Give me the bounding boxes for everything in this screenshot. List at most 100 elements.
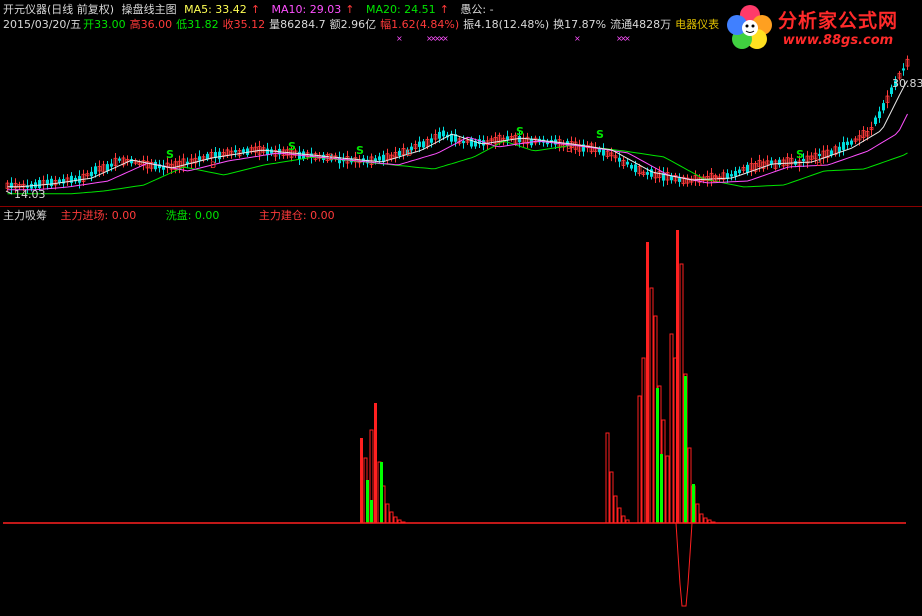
build-position-bar [679,263,684,524]
wash-bar [656,388,659,523]
wash-bar [684,376,687,523]
up-arrow-icon: ↑ [439,3,449,16]
candle[interactable] [746,164,749,173]
candle[interactable] [46,179,49,184]
candle[interactable] [506,136,509,140]
candle[interactable] [626,161,629,165]
candle[interactable] [650,169,653,177]
candle[interactable] [678,178,681,182]
ma10-label: MA10: 29.03 ↑ [272,3,359,16]
build-position-bar [687,447,692,524]
candle[interactable] [382,154,385,162]
buy-signal-marker: B [328,153,334,163]
candle[interactable] [442,130,445,137]
candlestick-chart[interactable]: SSSSSSBBBBBB××××××××××× 14.03 30.83 [0,30,922,206]
build-position-bar [665,455,670,524]
logo-text: 分析家公式网 www.88gs.com [778,6,898,48]
candle[interactable] [154,161,157,170]
candle[interactable] [430,138,433,143]
candle[interactable] [902,68,905,71]
candle[interactable] [234,150,237,153]
candle[interactable] [618,157,621,162]
top-signal-marker: × [396,34,403,43]
candle[interactable] [218,151,221,160]
candle[interactable] [842,142,845,150]
candle[interactable] [670,176,673,181]
candle[interactable] [462,141,465,144]
candle[interactable] [418,141,421,147]
wash-bar [366,480,369,523]
panel-divider [0,206,922,207]
buy-signal-marker: B [210,161,216,171]
candle[interactable] [738,169,741,174]
candle[interactable] [646,172,649,175]
ma10-value: MA10: 29.03 [271,3,342,16]
candle[interactable] [198,156,201,161]
wash-bar [692,484,695,523]
candlestick-series [5,55,910,194]
candle[interactable] [110,163,113,167]
indicator-name[interactable]: 操盘线主图 [122,3,177,16]
inflow-bar [374,403,377,523]
main-force-indicator-chart[interactable] [0,224,922,616]
inflow-bar [360,438,363,523]
candle[interactable] [730,174,733,177]
candle[interactable] [38,180,41,188]
buy-signal-marker: B [712,175,718,185]
candle[interactable] [94,166,97,175]
candle[interactable] [838,146,841,153]
candle[interactable] [734,170,737,177]
up-arrow-icon: ↑ [345,3,355,16]
candle[interactable] [778,159,781,165]
candle[interactable] [438,131,441,139]
stock-title: 开元仪器(日线 前复权) [3,3,115,16]
sell-signal-marker: S [596,128,604,141]
candle[interactable] [818,153,821,157]
candle[interactable] [50,178,53,187]
candle[interactable] [242,149,245,153]
ma5-value: MA5: 33.42 [184,3,247,16]
wash-bar [370,500,373,523]
build-position-bar [621,515,626,524]
candle[interactable] [630,164,633,169]
candle[interactable] [90,171,93,177]
ma20-label: MA20: 24.51 ↑ [366,3,453,16]
candle[interactable] [118,158,121,161]
ma20-line [7,140,908,195]
candle[interactable] [846,141,849,146]
build-position-bar [613,495,618,524]
sell-signal-marker: S [356,144,364,157]
buy-signal-marker: B [816,159,822,169]
build-position-bar [609,471,614,524]
logo-url[interactable]: www.88gs.com [783,33,893,48]
candle[interactable] [850,140,853,145]
wash-bar [660,454,663,523]
candle[interactable] [598,148,601,153]
candle[interactable] [398,150,401,156]
ma10-line [7,113,908,191]
candle[interactable] [874,117,877,125]
candle[interactable] [206,153,209,160]
candle[interactable] [422,141,425,148]
price-low-label: 14.03 [14,188,46,201]
sub-panel-header: 主力吸筹 主力进场: 0.00 洗盘: 0.00 主力建仓: 0.00 [3,209,339,223]
fund-label: 愚公: - [460,3,494,16]
candle[interactable] [634,164,637,173]
sub-panel-name[interactable]: 主力吸筹 [3,209,47,222]
build-position-bar [605,432,610,524]
buy-signal-marker: B [566,145,572,155]
wash-bar [380,462,383,523]
build-position-bar [637,395,642,524]
candle[interactable] [106,164,109,171]
candle[interactable] [878,111,881,119]
flower-logo-icon [727,5,772,49]
indicator-negative-spike [675,522,693,607]
top-signal-marker: × [442,34,449,43]
title-bar: 开元仪器(日线 前复权) 操盘线主图 MA5: 33.42 ↑ MA10: 29.… [3,3,498,17]
build-position-bar [617,507,622,524]
sell-signal-marker: S [796,148,804,161]
candle[interactable] [70,175,73,183]
candle[interactable] [378,156,381,161]
price-high-label: 30.83 [892,77,922,90]
candle[interactable] [882,103,885,111]
